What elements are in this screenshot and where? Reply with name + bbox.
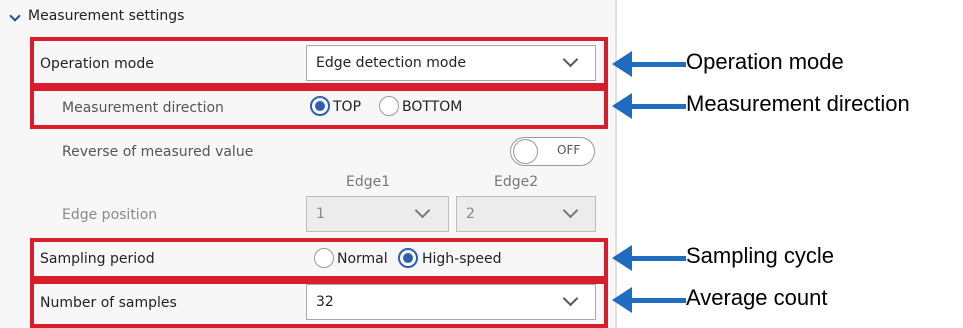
chevron-down-icon[interactable]: [9, 10, 21, 22]
callout-operation-mode: Operation mode: [612, 44, 963, 84]
edge1-header: Edge1: [346, 174, 391, 190]
reverse-measured-value-label: Reverse of measured value: [62, 144, 254, 160]
reverse-toggle[interactable]: OFF: [510, 137, 595, 166]
edge1-value: 1: [316, 206, 325, 222]
section-title: Measurement settings: [28, 8, 185, 24]
arrow-shaft: [630, 62, 686, 67]
highlight-number-of-samples: [30, 280, 608, 328]
highlight-sampling-period: [30, 238, 608, 280]
arrow-shaft: [630, 298, 686, 303]
callout-operation-mode-text: Operation mode: [686, 49, 844, 74]
chevron-down-icon: [562, 202, 579, 219]
arrow-shaft: [630, 104, 686, 109]
callout-measurement-direction: Measurement direction: [612, 86, 963, 126]
arrow-left-icon: [612, 51, 632, 77]
toggle-knob: [513, 139, 538, 164]
edge2-header: Edge2: [494, 174, 539, 190]
edge2-dropdown[interactable]: 2: [456, 196, 596, 232]
edge1-dropdown[interactable]: 1: [306, 196, 449, 232]
arrow-left-icon: [612, 93, 632, 119]
highlight-operation-mode: [30, 37, 608, 87]
callout-average-count-text: Average count: [686, 285, 828, 310]
edge-position-label: Edge position: [62, 207, 158, 223]
callout-sampling-cycle-text: Sampling cycle: [686, 243, 834, 268]
highlight-measurement-direction: [30, 87, 608, 129]
arrow-left-icon: [612, 245, 632, 271]
chevron-down-icon: [414, 202, 431, 219]
edge2-value: 2: [466, 206, 475, 222]
callout-sampling-cycle: Sampling cycle: [612, 238, 963, 278]
arrow-shaft: [630, 256, 686, 261]
callout-measurement-direction-text: Measurement direction: [686, 91, 910, 116]
measurement-settings-header[interactable]: Measurement settings: [0, 0, 615, 34]
toggle-state: OFF: [557, 143, 581, 157]
arrow-left-icon: [612, 287, 632, 313]
callout-average-count: Average count: [612, 280, 963, 320]
